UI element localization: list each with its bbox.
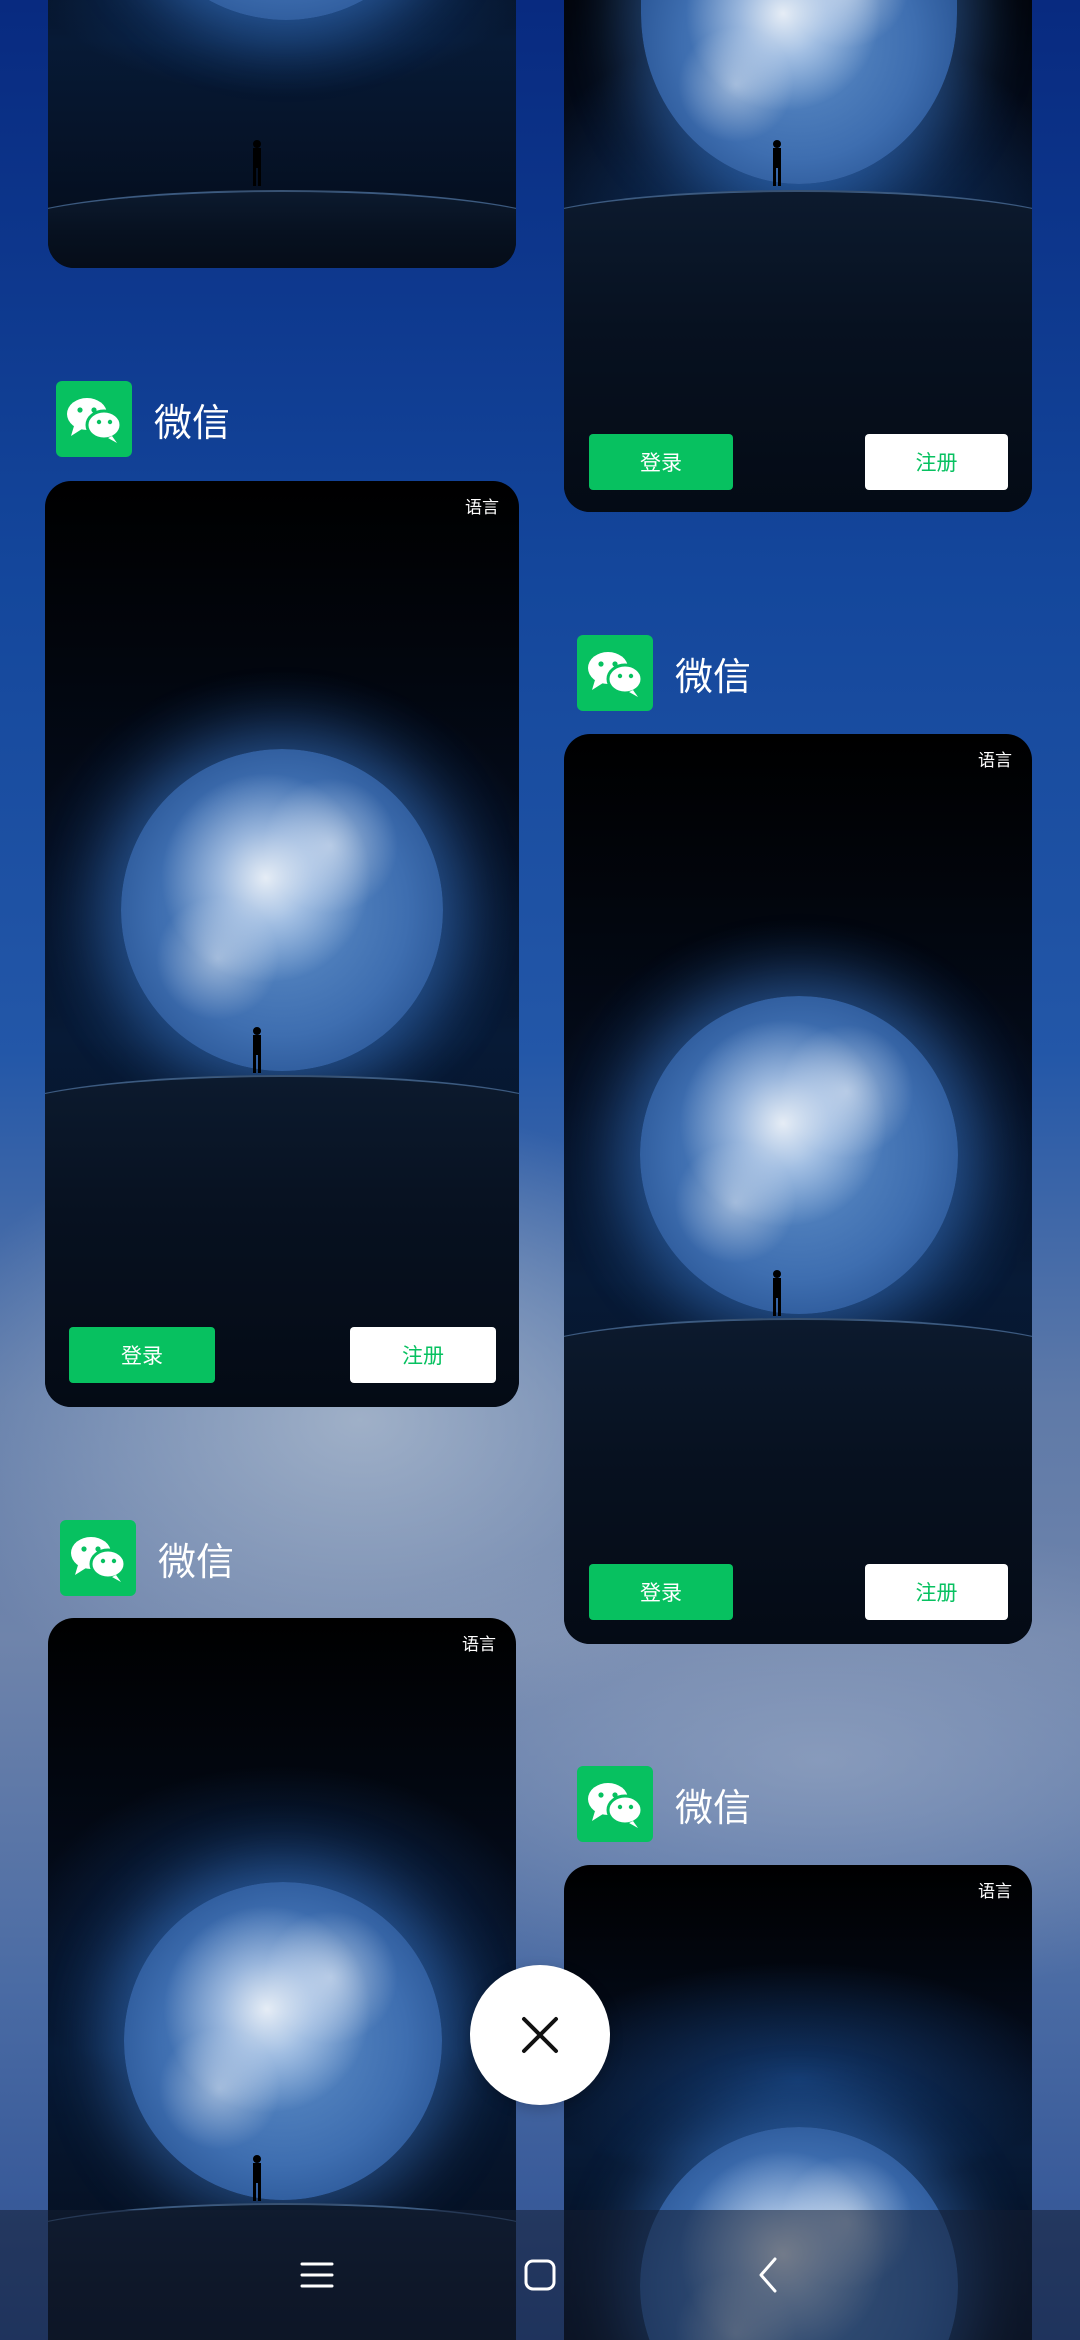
navigation-bar: [0, 2210, 1080, 2340]
login-button[interactable]: 登录: [589, 1564, 733, 1620]
login-button[interactable]: 登录: [69, 1327, 215, 1383]
wechat-icon: [577, 635, 653, 711]
wechat-icon: [577, 1766, 653, 1842]
back-button[interactable]: [738, 2245, 798, 2305]
horizon-image: [48, 190, 516, 268]
earth-image: [126, 0, 446, 20]
app-header: 微信: [60, 1520, 234, 1596]
earth-image: [640, 996, 958, 1314]
earth-image: [124, 1882, 442, 2200]
recent-app-card[interactable]: [48, 0, 516, 268]
app-name: 微信: [154, 400, 231, 445]
person-silhouette: [251, 2155, 263, 2201]
app-name: 微信: [675, 1785, 752, 1830]
home-icon: [524, 2259, 556, 2291]
recent-app-card[interactable]: 语言 登录 注册: [45, 481, 519, 1407]
menu-icon: [300, 2262, 334, 2288]
language-button[interactable]: 语言: [978, 746, 1012, 771]
language-button[interactable]: 语言: [978, 1877, 1012, 1902]
person-silhouette: [251, 140, 263, 186]
wechat-icon: [60, 1520, 136, 1596]
register-button[interactable]: 注册: [350, 1327, 496, 1383]
earth-image: [641, 0, 957, 184]
app-name: 微信: [158, 1539, 235, 1584]
menu-button[interactable]: [287, 2245, 347, 2305]
clear-all-button[interactable]: [470, 1965, 610, 2105]
language-button[interactable]: 语言: [462, 1630, 496, 1655]
login-button[interactable]: 登录: [589, 434, 733, 490]
app-header: 微信: [56, 381, 230, 457]
person-silhouette: [771, 140, 783, 186]
back-icon: [759, 2257, 777, 2293]
register-button[interactable]: 注册: [865, 434, 1008, 490]
close-icon: [522, 2017, 558, 2053]
app-header: 微信: [577, 1766, 751, 1842]
register-button[interactable]: 注册: [865, 1564, 1008, 1620]
wechat-icon: [56, 381, 132, 457]
recent-app-card[interactable]: 登录 注册: [564, 0, 1032, 512]
person-silhouette: [251, 1027, 263, 1073]
language-button[interactable]: 语言: [465, 493, 499, 518]
person-silhouette: [771, 1270, 783, 1316]
earth-image: [121, 749, 443, 1071]
recent-app-card[interactable]: 语言 登录 注册: [564, 734, 1032, 1644]
app-name: 微信: [675, 654, 752, 699]
home-button[interactable]: [510, 2245, 570, 2305]
app-header: 微信: [577, 635, 751, 711]
